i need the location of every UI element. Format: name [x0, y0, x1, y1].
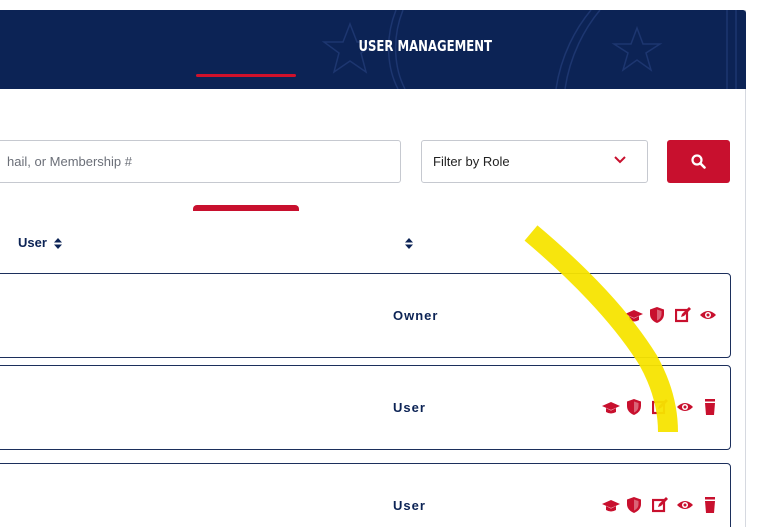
trash-icon[interactable] [703, 399, 719, 415]
shield-icon[interactable] [627, 399, 643, 415]
role-filter-label: Filter by Role [433, 154, 510, 169]
eye-icon[interactable] [700, 307, 716, 323]
graduation-cap-icon[interactable] [625, 307, 643, 323]
edit-icon[interactable] [675, 307, 691, 323]
edit-icon[interactable] [652, 399, 668, 415]
shield-icon[interactable] [650, 307, 666, 323]
role-label: Owner [393, 308, 439, 323]
active-tab-indicator [193, 205, 299, 211]
column-header-user[interactable]: User [18, 235, 62, 250]
edit-icon[interactable] [652, 497, 668, 513]
page-header: USER MANAGEMENT [0, 10, 746, 89]
table-row: User [0, 463, 731, 527]
graduation-cap-icon[interactable] [602, 399, 620, 415]
search-button[interactable] [667, 140, 730, 183]
column-header-role[interactable] [402, 235, 413, 250]
sort-icon [405, 238, 413, 250]
title-underline [196, 74, 296, 77]
search-input[interactable] [0, 140, 401, 183]
role-filter-select[interactable]: Filter by Role [421, 140, 648, 183]
table-row: User [0, 365, 731, 450]
chevron-down-icon [614, 156, 626, 164]
eye-icon[interactable] [677, 497, 693, 513]
table-row: Owner [0, 273, 731, 358]
trash-icon[interactable] [703, 497, 719, 513]
page-title: USER MANAGEMENT [358, 37, 492, 55]
column-header-user-label: User [18, 235, 47, 250]
graduation-cap-icon[interactable] [602, 497, 620, 513]
sort-icon [53, 238, 62, 250]
search-icon [691, 154, 706, 169]
eye-icon[interactable] [677, 399, 693, 415]
shield-icon[interactable] [627, 497, 643, 513]
role-label: User [393, 498, 426, 513]
role-label: User [393, 400, 426, 415]
